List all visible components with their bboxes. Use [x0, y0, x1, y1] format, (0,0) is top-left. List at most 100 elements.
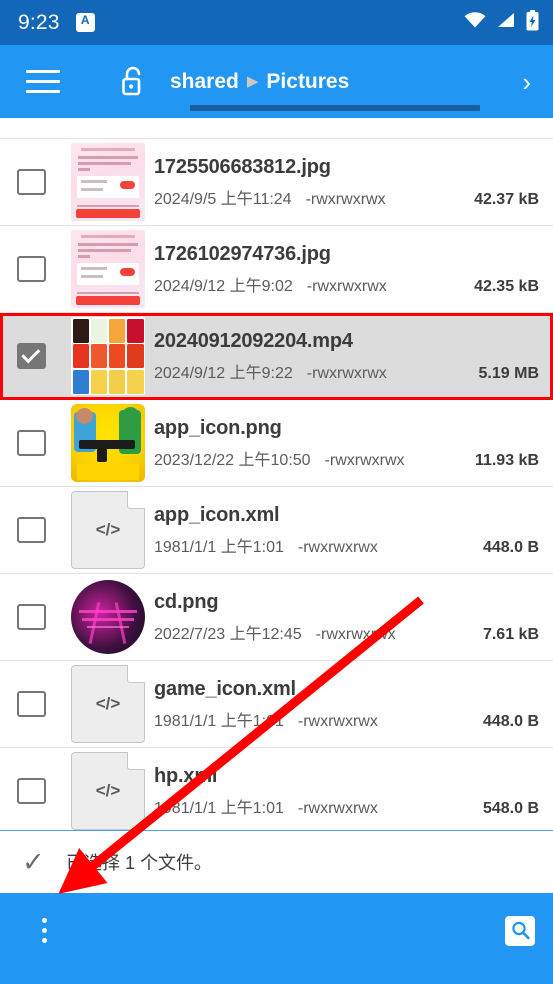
file-meta: 1981/1/1 上午1:01 -rwxrwxrwx 548.0 B	[154, 794, 539, 818]
file-size: 42.37 kB	[474, 190, 539, 208]
android-status-bar: 9:23 A	[0, 0, 553, 45]
table-row[interactable]: </> game_icon.xml 1981/1/1 上午1:01 -rwxrwxrw…	[0, 661, 553, 748]
file-date: 2024/9/12 上午9:22	[154, 364, 293, 382]
status-bar-left: 9:23 A	[18, 11, 95, 35]
row-info-cell: game_icon.xml 1981/1/1 上午1:01 -rwxrwxrwx 44…	[154, 678, 553, 731]
row-thumbnail-cell: </>	[62, 491, 154, 569]
row-checkbox-cell[interactable]	[0, 778, 62, 804]
file-name: app_icon.png	[154, 416, 282, 439]
row-thumbnail-cell	[62, 580, 154, 654]
selection-status-text: 已选择 1 个文件。	[66, 853, 213, 873]
row-checkbox-cell[interactable]	[0, 256, 62, 282]
row-info-cell: 1725506683812.jpg 2024/9/5 上午11:24 -rwxrwx…	[154, 156, 553, 209]
table-row[interactable]: app_icon.png 2023/12/22 上午10:50 -rwxrwxrwx…	[0, 400, 553, 487]
row-info-cell: cd.png 2022/7/23 上午12:45 -rwxrwxrwx 7.61 kB	[154, 591, 553, 644]
breadcrumb-separator-icon: ▶	[246, 73, 259, 90]
search-icon[interactable]	[505, 915, 535, 946]
check-icon: ✓	[22, 846, 45, 877]
table-row[interactable]: </> hp.xml 1981/1/1 上午1:01 -rwxrwxrwx 548.0 …	[0, 748, 553, 830]
table-row[interactable]: </> app_icon.xml 1981/1/1 上午1:01 -rwxrwxrwx…	[0, 487, 553, 574]
row-content: 20240912092204.mp4 2024/9/12 上午9:22 -rwxrw…	[0, 313, 553, 399]
file-permissions: -rwxrwxrwx	[297, 538, 378, 556]
file-list[interactable]: 2024/9/12 上午9:12drwxrwxrwx 1725506683812.…	[0, 118, 553, 830]
file-name: 1725506683812.jpg	[154, 155, 331, 178]
row-checkbox-cell[interactable]	[0, 604, 62, 630]
selection-status-bar: ✓ 已选择 1 个文件。	[0, 830, 553, 893]
file-date: 1981/1/1 上午1:01	[154, 799, 284, 817]
file-permissions: -rwxrwxrwx	[305, 190, 386, 208]
row-thumbnail-cell	[62, 230, 154, 308]
file-size: 448.0 B	[482, 538, 539, 556]
row-info-cell: 1726102974736.jpg 2024/9/12 上午9:02 -rwxrwx…	[154, 243, 553, 296]
file-size: 5.19 MB	[478, 364, 539, 382]
file-permissions: -rwxrwxrwx	[306, 364, 387, 382]
breadcrumb-item-shared[interactable]: shared	[170, 70, 239, 94]
file-meta: 1981/1/1 上午1:01 -rwxrwxrwx 448.0 B	[154, 707, 539, 731]
row-info-cell: hp.xml 1981/1/1 上午1:01 -rwxrwxrwx 548.0 B	[154, 765, 553, 818]
file-permissions: -rwxrwxrwx	[315, 625, 396, 643]
xml-code-file-thumb: </>	[71, 665, 145, 743]
file-size: 448.0 B	[482, 712, 539, 730]
row-checkbox-cell[interactable]	[0, 517, 62, 543]
status-bar-clock: 9:23	[18, 10, 60, 34]
file-date: 2022/7/23 上午12:45	[154, 625, 302, 643]
xml-code-file-thumb: </>	[71, 491, 145, 569]
file-date: 2024/9/12 上午9:02	[154, 277, 293, 295]
chevron-right-icon[interactable]: ›	[522, 69, 531, 95]
signal-icon	[496, 12, 516, 33]
row-content: </> hp.xml 1981/1/1 上午1:01 -rwxrwxrwx 548.0 …	[0, 748, 553, 830]
row-checkbox-cell[interactable]	[0, 691, 62, 717]
table-row[interactable]: 1726102974736.jpg 2024/9/12 上午9:02 -rwxrwx…	[0, 226, 553, 313]
app-bar: shared ▶ Pictures ›	[0, 45, 553, 118]
row-checkbox-cell[interactable]	[0, 169, 62, 195]
game-icon-thumb	[71, 404, 145, 482]
row-thumbnail-cell	[62, 143, 154, 221]
file-meta: 2024/9/5 上午11:24 -rwxrwxrwx 42.37 kB	[154, 185, 539, 209]
row-info-cell: 20240912092204.mp4 2024/9/12 上午9:22 -rwxrw…	[154, 330, 553, 383]
checkbox-unchecked-icon[interactable]	[16, 169, 46, 195]
row-content: cd.png 2022/7/23 上午12:45 -rwxrwxrwx 7.61 kB	[0, 574, 553, 660]
row-info-cell: app_icon.xml 1981/1/1 上午1:01 -rwxrwxrwx 448…	[154, 504, 553, 557]
hamburger-menu-icon[interactable]	[20, 59, 66, 105]
kebab-menu-icon[interactable]	[30, 908, 59, 953]
table-row[interactable]: 20240912092204.mp4 2024/9/12 上午9:22 -rwxrw…	[0, 313, 553, 400]
file-name: hp.xml	[154, 764, 218, 787]
checkbox-unchecked-icon[interactable]	[16, 604, 46, 630]
file-size: 7.61 kB	[482, 625, 539, 643]
breadcrumb-underline	[190, 105, 480, 111]
checkbox-unchecked-icon[interactable]	[16, 517, 46, 543]
row-content: app_icon.png 2023/12/22 上午10:50 -rwxrwxrwx…	[0, 400, 553, 486]
row-content: 2024/9/12 上午9:12drwxrwxrwx	[0, 118, 553, 138]
checkbox-unchecked-icon[interactable]	[16, 778, 46, 804]
file-date: 2024/9/5 上午11:24	[154, 190, 292, 208]
row-checkbox-cell[interactable]	[0, 430, 62, 456]
xml-code-file-thumb: </>	[71, 752, 145, 830]
file-meta: 1981/1/1 上午1:01 -rwxrwxrwx 448.0 B	[154, 533, 539, 557]
row-checkbox-cell[interactable]	[0, 343, 62, 369]
file-name: app_icon.xml	[154, 503, 280, 526]
row-thumbnail-cell	[62, 404, 154, 482]
row-content: 1725506683812.jpg 2024/9/5 上午11:24 -rwxrwx…	[0, 139, 553, 225]
screenshot-pink-thumb	[71, 143, 145, 221]
unlocked-padlock-icon[interactable]	[118, 64, 148, 100]
file-size: 11.93 kB	[474, 451, 539, 469]
screenshot-pink-thumb	[71, 230, 145, 308]
file-name: 20240912092204.mp4	[154, 329, 353, 352]
battery-charging-icon	[526, 9, 539, 36]
breadcrumb: shared ▶ Pictures	[170, 70, 522, 94]
checkbox-unchecked-icon[interactable]	[16, 691, 46, 717]
file-meta: 2024/9/12 上午9:02 -rwxrwxrwx 42.35 kB	[154, 272, 539, 296]
breadcrumb-item-pictures[interactable]: Pictures	[266, 70, 349, 94]
file-meta: 2023/12/22 上午10:50 -rwxrwxrwx 11.93 kB	[154, 446, 539, 470]
file-manager-screen: 9:23 A shared ▶ Pictures › 1725506683812…	[0, 0, 553, 984]
checkbox-unchecked-icon[interactable]	[16, 256, 46, 282]
row-info-cell: app_icon.png 2023/12/22 上午10:50 -rwxrwxrwx…	[154, 417, 553, 470]
circular-dark-thumb	[71, 580, 145, 654]
table-row[interactable]: 2024/9/12 上午9:12drwxrwxrwx	[0, 118, 553, 139]
bottom-action-bar	[0, 893, 553, 968]
table-row[interactable]: cd.png 2022/7/23 上午12:45 -rwxrwxrwx 7.61 kB	[0, 574, 553, 661]
table-row[interactable]: 1725506683812.jpg 2024/9/5 上午11:24 -rwxrwx…	[0, 139, 553, 226]
row-content: 1726102974736.jpg 2024/9/12 上午9:02 -rwxrwx…	[0, 226, 553, 312]
checkbox-unchecked-icon[interactable]	[16, 430, 46, 456]
checkbox-checked-icon[interactable]	[16, 343, 46, 369]
